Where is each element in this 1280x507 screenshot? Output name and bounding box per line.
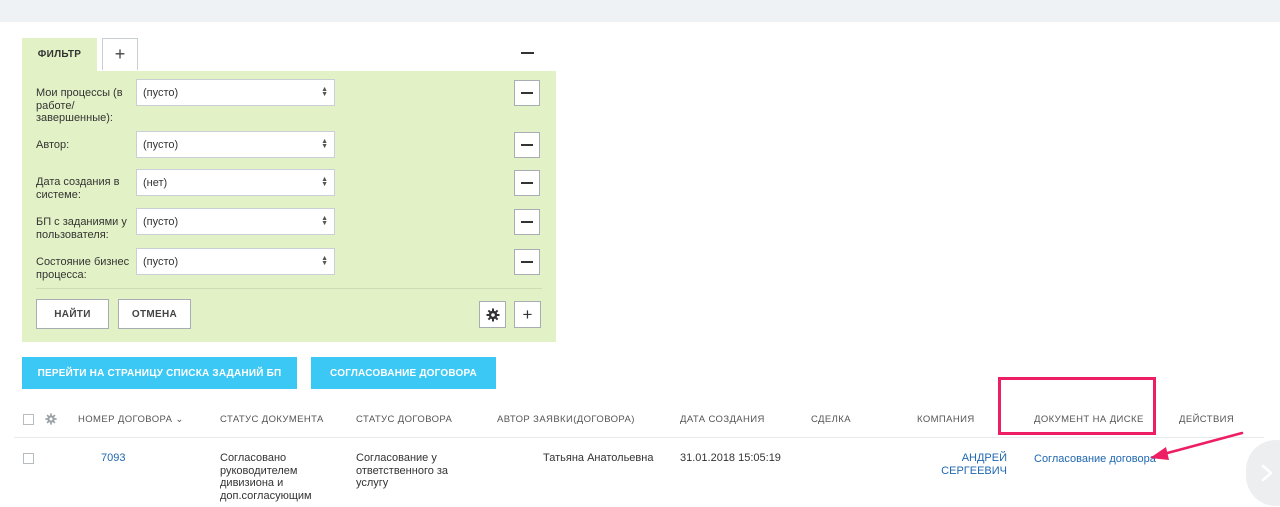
row-checkbox[interactable]: [23, 453, 34, 464]
contract-number-link[interactable]: 7093: [101, 452, 125, 465]
remove-field-button[interactable]: [514, 132, 540, 158]
remove-field-button[interactable]: [514, 80, 540, 106]
tasks-list-button[interactable]: ПЕРЕЙТИ НА СТРАНИЦУ СПИСКА ЗАДАНИЙ БП: [22, 357, 297, 389]
column-header-contract-number[interactable]: НОМЕР ДОГОВОРА ⌄: [78, 414, 184, 425]
company-name: АНДРЕЙ СЕРГЕЕВИЧ: [941, 452, 1007, 477]
tab-filter-label: ФИЛЬТР: [37, 49, 82, 60]
filter-label-bp-state: Состояние бизнес процесса:: [36, 256, 130, 281]
filter-select-value: (нет): [143, 176, 168, 189]
add-filter-tab-button[interactable]: +: [102, 38, 138, 70]
updown-arrow-icon: ▲ ▼: [321, 176, 328, 188]
cancel-button[interactable]: ОТМЕНА: [118, 299, 191, 329]
filter-select-value: (пусто): [143, 86, 179, 99]
filter-select-value: (пусто): [143, 255, 179, 268]
updown-arrow-icon: ▲ ▼: [321, 255, 328, 267]
filter-settings-button[interactable]: [479, 301, 506, 328]
author-cell: Татьяна Анатольевна: [543, 452, 654, 464]
find-button[interactable]: НАЙТИ: [36, 299, 109, 329]
filter-panel: Мои процессы (в работе/ завершенные): (п…: [22, 71, 556, 342]
column-header-label: НОМЕР ДОГОВОРА: [78, 414, 173, 425]
table-settings-gear-icon[interactable]: [45, 413, 57, 425]
filter-divider: [36, 288, 542, 289]
updown-arrow-icon: ▲ ▼: [321, 215, 328, 227]
filter-label-author: Автор:: [36, 139, 70, 151]
contract-status-cell: Согласование у ответственного за услугу: [356, 452, 449, 489]
highlight-box: [998, 377, 1156, 435]
add-field-button[interactable]: +: [514, 301, 541, 328]
column-header-actions[interactable]: ДЕЙСТВИЯ: [1179, 414, 1234, 425]
column-header-author[interactable]: АВТОР ЗАЯВКИ(ДОГОВОРА): [497, 414, 635, 425]
chevron-down-icon: ⌄: [175, 414, 184, 425]
plus-icon: +: [522, 304, 533, 324]
created-date-cell: 31.01.2018 15:05:19: [680, 452, 781, 464]
minus-icon: [520, 52, 534, 54]
column-header-company[interactable]: КОМПАНИЯ: [917, 414, 975, 425]
minus-icon: [521, 261, 533, 263]
arrow-annotation-icon: [1150, 431, 1244, 460]
column-header-deal[interactable]: СДЕЛКА: [811, 414, 851, 425]
filter-select-value: (пусто): [143, 215, 179, 228]
column-header-contract-status[interactable]: СТАТУС ДОГОВОРА: [356, 414, 452, 425]
company-link[interactable]: АНДРЕЙ СЕРГЕЕВИЧ: [917, 452, 1007, 477]
filter-label-bp-tasks: БП с заданиями у пользователя:: [36, 216, 127, 241]
filter-label-created-date: Дата создания в системе:: [36, 176, 120, 201]
disk-document-link[interactable]: Согласование договора: [1034, 453, 1156, 466]
remove-field-button[interactable]: [514, 249, 540, 275]
select-all-checkbox[interactable]: [23, 414, 34, 425]
filter-select-created-date[interactable]: (нет) ▲ ▼: [136, 169, 335, 196]
minus-icon: [521, 144, 533, 146]
filter-select-my-processes[interactable]: (пусто) ▲ ▼: [136, 79, 335, 106]
tab-filter[interactable]: ФИЛЬТР: [22, 38, 97, 71]
plus-icon: +: [114, 44, 126, 64]
updown-arrow-icon: ▲ ▼: [321, 86, 328, 98]
filter-label-my-processes: Мои процессы (в работе/ завершенные):: [36, 87, 123, 124]
column-header-created[interactable]: ДАТА СОЗДАНИЯ: [680, 414, 765, 425]
filter-select-bp-state[interactable]: (пусто) ▲ ▼: [136, 248, 335, 275]
minus-icon: [521, 182, 533, 184]
collapse-filter-button[interactable]: [518, 44, 536, 62]
agreement-button[interactable]: СОГЛАСОВАНИЕ ДОГОВОРА: [311, 357, 496, 389]
doc-status-cell: Согласовано руководителем дивизиона и до…: [220, 452, 312, 502]
table-header-divider: [14, 437, 1264, 438]
filter-select-value: (пусто): [143, 138, 179, 151]
filter-select-author[interactable]: (пусто) ▲ ▼: [136, 131, 335, 158]
chevron-right-icon: [1261, 464, 1273, 482]
minus-icon: [521, 221, 533, 223]
updown-arrow-icon: ▲ ▼: [321, 138, 328, 150]
remove-field-button[interactable]: [514, 170, 540, 196]
filter-select-bp-tasks[interactable]: (пусто) ▲ ▼: [136, 208, 335, 235]
remove-field-button[interactable]: [514, 209, 540, 235]
gear-icon: [486, 308, 499, 321]
minus-icon: [521, 92, 533, 94]
column-header-doc-status[interactable]: СТАТУС ДОКУМЕНТА: [220, 414, 324, 425]
